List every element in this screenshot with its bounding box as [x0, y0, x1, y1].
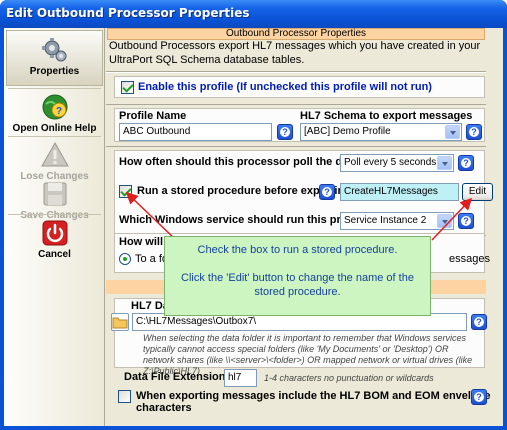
warning-icon	[40, 141, 69, 167]
messages-radio-suffix: essages	[449, 253, 490, 265]
help-globe-icon: ?	[42, 94, 67, 120]
title-bar[interactable]: Edit Outbound Processor Properties	[0, 0, 507, 28]
gears-icon	[41, 38, 66, 62]
hl7-schema-help-icon[interactable]	[466, 124, 482, 140]
windows-service-value: Service Instance 2	[344, 215, 427, 226]
poll-interval-value: Poll every 5 seconds	[344, 157, 437, 168]
sidebar-divider	[8, 214, 101, 215]
poll-interval-select[interactable]: Poll every 5 seconds	[340, 154, 454, 172]
profile-name-label: Profile Name	[119, 110, 187, 122]
sidebar-toolbar: Properties ? Open Online Help Lose Chang…	[4, 28, 105, 426]
chevron-down-icon[interactable]	[445, 125, 460, 139]
windows-service-select[interactable]: Service Instance 2	[340, 212, 454, 230]
browse-folder-button[interactable]	[111, 313, 129, 331]
divider	[106, 104, 486, 105]
window-client-area: Properties ? Open Online Help Lose Chang…	[4, 28, 503, 426]
divider	[106, 146, 486, 147]
poll-help-icon[interactable]	[458, 155, 474, 171]
stored-procedure-input[interactable]: CreateHL7Messages	[340, 183, 459, 201]
chevron-down-icon[interactable]	[437, 214, 452, 228]
stored-procedure-checkbox[interactable]	[119, 185, 132, 198]
hl7-schema-value: [ABC] Demo Profile	[304, 126, 391, 137]
enable-profile-checkbox[interactable]	[121, 80, 134, 94]
window-bottom-border	[0, 426, 507, 430]
sidebar-divider	[8, 136, 101, 137]
profile-name-help-icon[interactable]	[277, 124, 293, 140]
sidebar-item-lose-changes[interactable]: Lose Changes	[6, 140, 103, 184]
svg-text:?: ?	[55, 106, 61, 117]
page-description: Outbound Processors export HL7 messages …	[109, 40, 481, 66]
file-extension-input[interactable]: hl7	[224, 369, 257, 387]
bom-eom-checkbox[interactable]	[118, 390, 131, 403]
sidebar-divider	[8, 88, 101, 89]
sidebar-item-label: Cancel	[38, 249, 71, 260]
floppy-disk-icon	[43, 182, 66, 206]
enable-profile-row[interactable]: Enable this profile (If unchecked this p…	[114, 76, 485, 98]
main-panel: Outbound Processor Properties Outbound P…	[106, 28, 503, 426]
tooltip-callout: Check the box to run a stored procedure.…	[164, 236, 431, 316]
divider	[106, 72, 486, 73]
profile-name-input[interactable]: ABC Outbound	[119, 123, 272, 141]
bom-eom-help-icon[interactable]	[471, 389, 487, 405]
to-folder-radio[interactable]	[119, 253, 131, 266]
sidebar-item-cancel[interactable]: Cancel	[6, 218, 103, 262]
window-frame: Edit Outbound Processor Properties Prope…	[0, 0, 507, 430]
sidebar-item-properties[interactable]: Properties	[6, 30, 103, 86]
sidebar-item-open-online-help[interactable]: ? Open Online Help	[6, 92, 103, 136]
stored-procedure-help-icon[interactable]	[319, 184, 335, 200]
profile-panel: Profile Name ABC Outbound HL7 Schema to …	[114, 108, 485, 142]
callout-line-1: Check the box to run a stored procedure.	[197, 244, 398, 256]
edit-stored-procedure-button[interactable]: Edit	[462, 183, 493, 201]
data-folder-help-icon[interactable]	[471, 314, 487, 330]
enable-profile-label: Enable this profile (If unchecked this p…	[138, 81, 432, 93]
sidebar-item-save-changes[interactable]: Save Changes	[6, 179, 103, 223]
bom-eom-label: When exporting messages include the HL7 …	[136, 390, 491, 414]
power-icon	[42, 220, 67, 246]
service-help-icon[interactable]	[458, 213, 474, 229]
callout-line-2: Click the 'Edit' button to change the na…	[181, 272, 414, 298]
hl7-schema-select[interactable]: [ABC] Demo Profile	[300, 123, 462, 141]
sidebar-item-label: Properties	[29, 66, 80, 77]
chevron-down-icon[interactable]	[437, 156, 452, 170]
sidebar-item-label: Open Online Help	[12, 123, 97, 134]
file-extension-hint: 1-4 characters no punctuation or wildcar…	[264, 373, 434, 383]
folder-icon	[112, 317, 128, 329]
file-extension-label: Data File Extension	[124, 371, 226, 383]
window-title: Edit Outbound Processor Properties	[6, 6, 250, 20]
